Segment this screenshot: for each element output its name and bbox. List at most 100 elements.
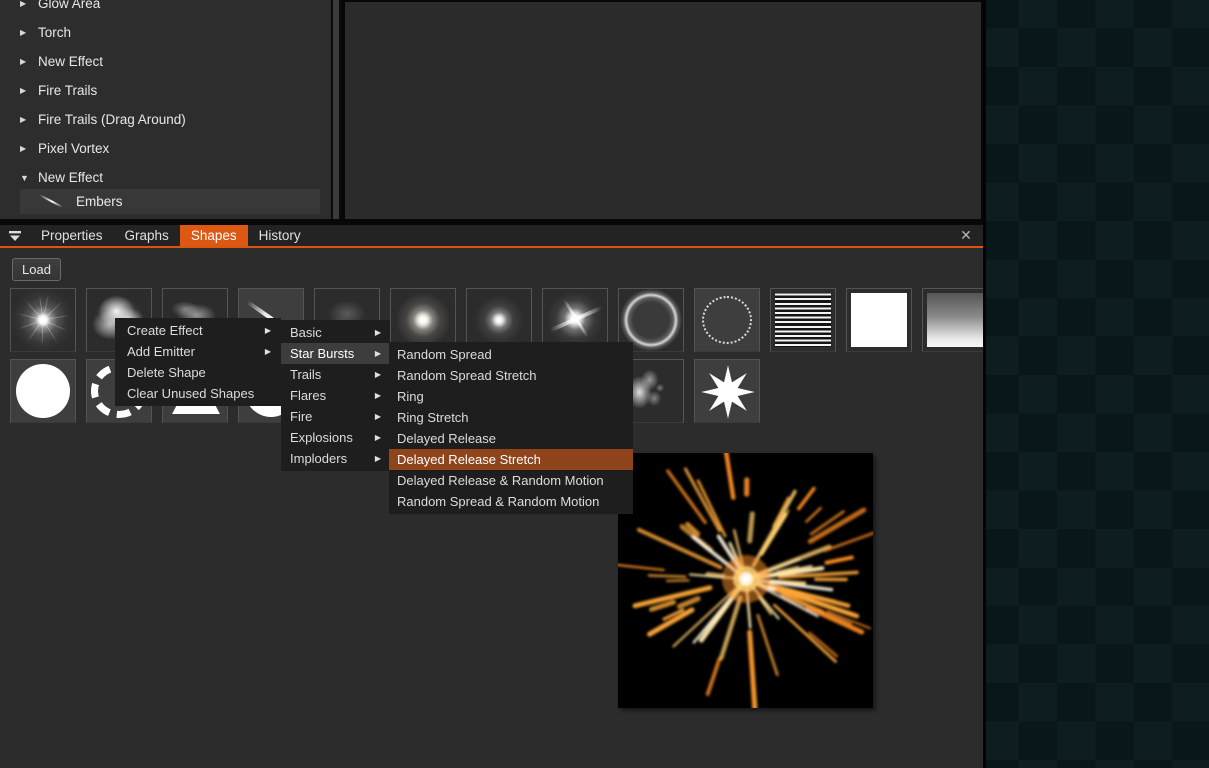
submenu-arrow-icon: ▶	[365, 454, 381, 463]
tree-item-glow-area[interactable]: ▶ Glow Area	[0, 0, 331, 18]
sparkle-ray	[563, 299, 589, 338]
ray-overlay	[11, 289, 75, 351]
scene-viewport[interactable]	[983, 0, 1209, 768]
menu-item-label: Delayed Release	[397, 431, 496, 446]
menu-item-label: Trails	[290, 367, 321, 382]
shape-thumbnail-eight-point-star[interactable]	[694, 359, 760, 423]
load-shapes-button[interactable]: Load	[12, 258, 61, 281]
tree-item-label: New Effect	[38, 54, 103, 69]
menu-item-label: Random Spread Stretch	[397, 368, 536, 383]
menu-item-label: Clear Unused Shapes	[127, 386, 254, 401]
submenu-arrow-icon: ▶	[365, 328, 381, 337]
shape-thumbnail-white-circle[interactable]	[10, 359, 76, 423]
tree-item-new-effect-expanded[interactable]: ▼ New Effect	[0, 163, 331, 192]
menu-item-label: Flares	[290, 388, 326, 403]
menu-item-flares[interactable]: Flares ▶	[281, 385, 390, 406]
tree-item-torch[interactable]: ▶ Torch	[0, 18, 331, 47]
submenu-arrow-icon: ▶	[365, 412, 381, 421]
tree-item-label: Glow Area	[38, 0, 100, 11]
tab-label: Graphs	[125, 228, 169, 243]
tab-shapes[interactable]: Shapes	[180, 225, 248, 246]
menu-item-delayed-release[interactable]: Delayed Release	[389, 428, 633, 449]
shape-thumbnail-dotted-circle[interactable]	[694, 288, 760, 352]
menu-item-trails[interactable]: Trails ▶	[281, 364, 390, 385]
menu-item-label: Delete Shape	[127, 365, 206, 380]
tab-label: Shapes	[191, 228, 237, 243]
menu-item-label: Add Emitter	[127, 344, 195, 359]
menu-item-delayed-release-stretch[interactable]: Delayed Release Stretch	[389, 449, 633, 470]
ember-streak-icon	[38, 195, 64, 209]
effects-library-tree: ▶ Glow Area ▶ Torch ▶ New Effect ▶ Fire …	[0, 0, 331, 219]
chevron-right-icon[interactable]: ▶	[20, 57, 34, 66]
shapes-panel: Load Create Effect ▶ Add Emitter ▶ Delete …	[0, 248, 983, 768]
tree-item-fire-trails[interactable]: ▶ Fire Trails	[0, 76, 331, 105]
submenu-arrow-icon: ▶	[365, 370, 381, 379]
tree-child-item-embers[interactable]: Embers	[20, 189, 320, 214]
tab-label: History	[259, 228, 301, 243]
menu-item-add-emitter[interactable]: Add Emitter ▶	[115, 341, 281, 362]
chevron-right-icon[interactable]: ▶	[20, 115, 34, 124]
menu-item-label: Basic	[290, 325, 322, 340]
chevron-right-icon[interactable]: ▶	[20, 144, 34, 153]
menu-item-star-bursts[interactable]: Star Bursts ▶	[281, 343, 390, 364]
menu-item-basic[interactable]: Basic ▶	[281, 322, 390, 343]
menu-item-delete-shape[interactable]: Delete Shape	[115, 362, 281, 383]
menu-item-delayed-release-random-motion[interactable]: Delayed Release & Random Motion	[389, 470, 633, 491]
menu-item-label: Star Bursts	[290, 346, 354, 361]
effect-preview-image	[618, 453, 873, 708]
tree-item-label: Fire Trails	[38, 83, 97, 98]
shape-thumbnail-glow-burst[interactable]	[10, 288, 76, 352]
submenu-arrow-icon: ▶	[255, 347, 271, 356]
chevron-right-icon[interactable]: ▶	[20, 28, 34, 37]
menu-item-label: Explosions	[290, 430, 353, 445]
shape-thumbnail-vertical-gradient[interactable]	[922, 288, 983, 352]
tree-item-label: Embers	[76, 194, 123, 209]
menu-item-clear-unused-shapes[interactable]: Clear Unused Shapes	[115, 383, 281, 404]
tab-history[interactable]: History	[248, 225, 312, 246]
menu-item-random-spread[interactable]: Random Spread	[389, 344, 633, 365]
tab-properties[interactable]: Properties	[30, 225, 114, 246]
chevron-right-icon[interactable]: ▶	[20, 0, 34, 8]
tab-graphs[interactable]: Graphs	[114, 225, 180, 246]
shape-context-menu: Create Effect ▶ Add Emitter ▶ Delete Shape…	[115, 318, 281, 406]
menu-item-create-effect[interactable]: Create Effect ▶	[115, 320, 281, 341]
empty-canvas-panel[interactable]	[343, 0, 983, 221]
chevron-right-icon[interactable]: ▶	[20, 86, 34, 95]
shape-thumbnail-white-square[interactable]	[846, 288, 912, 352]
submenu-arrow-icon: ▶	[365, 433, 381, 442]
close-panel-icon[interactable]: ✕	[957, 226, 975, 244]
tree-item-fire-trails-drag[interactable]: ▶ Fire Trails (Drag Around)	[0, 105, 331, 134]
collapse-panel-icon[interactable]	[0, 225, 30, 246]
tree-item-label: Torch	[38, 25, 71, 40]
menu-item-label: Delayed Release Stretch	[397, 452, 541, 467]
star-bursts-menu: Random Spread Random Spread Stretch Ring…	[389, 342, 633, 514]
menu-item-ring-stretch[interactable]: Ring Stretch	[389, 407, 633, 428]
menu-item-random-spread-random-motion[interactable]: Random Spread & Random Motion	[389, 491, 633, 512]
menu-item-imploders[interactable]: Imploders▶	[281, 448, 390, 469]
eight-point-star-shape	[699, 363, 757, 421]
menu-item-ring[interactable]: Ring	[389, 386, 633, 407]
tree-item-pixel-vortex[interactable]: ▶ Pixel Vortex	[0, 134, 331, 163]
bottom-panel-tab-bar: Properties Graphs Shapes History ✕	[0, 225, 983, 248]
circle-shape	[16, 364, 70, 418]
menu-item-label: Delayed Release & Random Motion	[397, 473, 604, 488]
chevron-down-icon[interactable]: ▼	[20, 173, 34, 183]
menu-item-explosions[interactable]: Explosions ▶	[281, 427, 390, 448]
effect-category-menu: Basic ▶ Star Bursts ▶ Trails ▶ Flares ▶ Fire…	[281, 320, 390, 471]
menu-item-label: Ring Stretch	[397, 410, 469, 425]
tree-item-new-effect[interactable]: ▶ New Effect	[0, 47, 331, 76]
submenu-arrow-icon: ▶	[255, 326, 271, 335]
menu-item-label: Random Spread & Random Motion	[397, 494, 599, 509]
menu-item-label: Create Effect	[127, 323, 203, 338]
menu-item-label: Fire	[290, 409, 312, 424]
star-burst-preview-graphic	[618, 453, 873, 708]
submenu-arrow-icon: ▶	[365, 391, 381, 400]
menu-item-random-spread-stretch[interactable]: Random Spread Stretch	[389, 365, 633, 386]
tree-item-label: New Effect	[38, 170, 103, 185]
menu-item-label: Random Spread	[397, 347, 492, 362]
tree-item-label: Fire Trails (Drag Around)	[38, 112, 186, 127]
menu-item-fire[interactable]: Fire ▶	[281, 406, 390, 427]
shape-thumbnail-horizontal-stripes[interactable]	[770, 288, 836, 352]
submenu-arrow-icon: ▶	[365, 349, 381, 358]
tree-scrollbar[interactable]	[331, 0, 341, 219]
